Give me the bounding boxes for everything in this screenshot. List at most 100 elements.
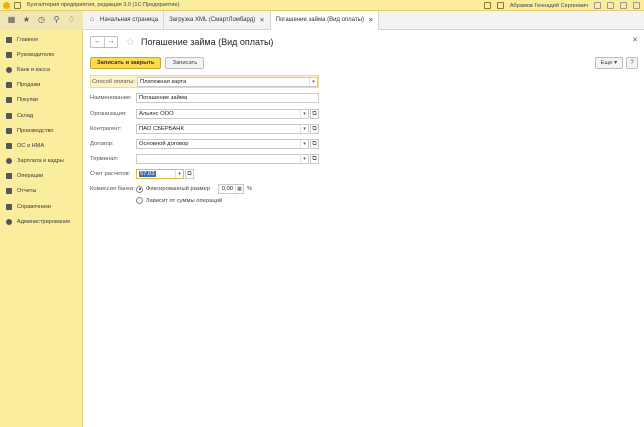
terminal-label: Терминал: xyxy=(90,156,119,162)
sidebar-item-label: Справочники xyxy=(17,203,51,210)
sidebar-item-manager[interactable]: Руководителю xyxy=(0,47,82,62)
history-icon[interactable] xyxy=(496,2,504,9)
calculator-icon[interactable]: ▦ xyxy=(234,185,243,193)
commission-amount-value: 0,00 xyxy=(221,186,233,192)
operations-icon xyxy=(6,173,12,180)
tab-bar: ▦ ★ ◷ ⚲ ♢ ⌂ Начальная страница Загрузка … xyxy=(0,10,644,30)
fixed-size-radio[interactable] xyxy=(136,185,143,193)
sidebar-item-main[interactable]: Главное xyxy=(0,32,82,47)
sidebar-item-label: Покупки xyxy=(17,97,39,104)
open-link-icon[interactable]: ⧉ xyxy=(310,154,319,164)
cart-icon xyxy=(6,97,12,104)
dropdown-icon[interactable]: ▾ xyxy=(300,155,308,163)
form-more-tools: Еще ▾ ? xyxy=(594,57,638,69)
dropdown-icon[interactable]: ▾ xyxy=(175,170,183,178)
dropdown-icon[interactable]: ▾ xyxy=(300,125,308,133)
window-title: Бухгалтерия предприятия, редакция 3.0 (1… xyxy=(27,2,180,8)
gear-icon xyxy=(6,218,12,225)
back-icon[interactable] xyxy=(14,1,21,9)
form-header: ← → ☆ Погашение займа (Вид оплаты) xyxy=(90,36,273,48)
tab-xml-import[interactable]: Загрузка XML (СмартЛомбард) ✕ xyxy=(164,10,271,30)
sidebar-item-operations[interactable]: Операции xyxy=(0,169,82,184)
open-link-icon[interactable]: ⧉ xyxy=(310,139,319,149)
tab-home[interactable]: ⌂ Начальная страница xyxy=(83,10,165,30)
sidebar-item-label: Операции xyxy=(17,173,44,180)
organization-field[interactable]: Альянс ООО ▾ xyxy=(136,109,309,119)
sidebar-item-production[interactable]: Производство xyxy=(0,123,82,138)
name-input[interactable]: Погашение займа xyxy=(136,93,319,103)
dropdown-icon[interactable]: ▾ xyxy=(309,77,317,86)
account-field[interactable]: 57.03 ▾ xyxy=(136,169,184,179)
name-label: Наименование: xyxy=(90,95,132,101)
dropdown-icon[interactable]: ▾ xyxy=(300,140,308,148)
counterparty-row: Контрагент: ПАО СБЕРБАНК ▾ ⧉ xyxy=(90,124,319,134)
close-tab-icon[interactable]: ✕ xyxy=(368,16,373,24)
payment-method-row: Способ оплаты: Платежная карта ▾ xyxy=(90,75,319,88)
dropdown-icon[interactable]: ▾ xyxy=(300,110,308,118)
sidebar-item-label: Отчеты xyxy=(17,188,37,195)
minimize-icon[interactable] xyxy=(607,2,614,9)
forward-arrow-icon[interactable]: → xyxy=(104,37,117,47)
sidebar-item-label: Главное xyxy=(17,36,39,43)
terminal-field[interactable]: ▾ xyxy=(136,154,309,164)
name-value: Погашение займа xyxy=(139,95,188,101)
notifications-icon[interactable] xyxy=(483,2,491,9)
bell-icon[interactable]: ♢ xyxy=(68,16,76,24)
contract-field[interactable]: Основной договор ▾ xyxy=(136,139,309,149)
name-row: Наименование: Погашение займа xyxy=(90,93,319,103)
close-tab-icon[interactable]: ✕ xyxy=(259,16,264,24)
chart-icon xyxy=(6,51,12,58)
favorite-star-icon[interactable]: ☆ xyxy=(126,37,135,48)
commission-amount-input[interactable]: 0,00 ▦ xyxy=(217,184,244,194)
sidebar-item-salary[interactable]: Зарплата и кадры xyxy=(0,154,82,169)
sidebar-item-bank[interactable]: Банк и касса xyxy=(0,62,82,77)
sidebar-item-label: Продажи xyxy=(17,82,41,89)
terminal-row: Терминал: ▾ ⧉ xyxy=(90,154,319,164)
save-and-close-button[interactable]: Записать и закрыть xyxy=(90,57,162,69)
maximize-icon[interactable] xyxy=(620,2,627,9)
depends-on-amount-label: Зависит от суммы операций xyxy=(146,197,223,204)
bank-icon xyxy=(6,66,12,73)
user-name: Абрамов Геннадий Сергеевич xyxy=(509,2,588,9)
counterparty-label: Контрагент: xyxy=(90,126,122,132)
sidebar-item-label: Администрирование xyxy=(17,218,71,225)
sidebar-item-reports[interactable]: Отчеты xyxy=(0,184,82,199)
sidebar-item-purchases[interactable]: Покупки xyxy=(0,93,82,108)
warehouse-icon xyxy=(6,112,12,119)
open-link-icon[interactable]: ⧉ xyxy=(185,169,194,179)
contract-value: Основной договор xyxy=(139,141,189,147)
people-icon xyxy=(6,158,12,165)
account-value: 57.03 xyxy=(139,171,156,177)
open-link-icon[interactable]: ⧉ xyxy=(310,124,319,134)
save-button[interactable]: Записать xyxy=(165,57,205,69)
favorites-icon[interactable]: ★ xyxy=(23,16,31,24)
menu-icon xyxy=(6,36,12,43)
payment-method-field[interactable]: Платежная карта ▾ xyxy=(137,76,318,87)
sales-icon xyxy=(6,82,12,89)
close-form-icon[interactable]: ✕ xyxy=(632,36,638,44)
back-arrow-icon[interactable]: ← xyxy=(91,37,104,47)
sidebar-item-directories[interactable]: Справочники xyxy=(0,199,82,214)
open-link-icon[interactable]: ⧉ xyxy=(310,109,319,119)
reports-icon xyxy=(6,188,12,195)
factory-icon xyxy=(6,127,12,134)
sidebar-item-admin[interactable]: Администрирование xyxy=(0,214,82,229)
sidebar-item-warehouse[interactable]: Склад xyxy=(0,108,82,123)
counterparty-field[interactable]: ПАО СБЕРБАНК ▾ xyxy=(136,124,309,134)
help-button[interactable]: ? xyxy=(626,57,638,69)
payment-method-value: Платежная карта xyxy=(140,78,187,85)
sidebar-item-sales[interactable]: Продажи xyxy=(0,78,82,93)
close-window-icon[interactable] xyxy=(633,2,640,9)
sidebar-item-assets[interactable]: ОС и НМА xyxy=(0,138,82,153)
depends-on-amount-radio[interactable] xyxy=(136,197,143,204)
contract-label: Договор: xyxy=(90,141,114,147)
history-icon[interactable]: ◷ xyxy=(38,16,46,24)
organization-value: Альянс ООО xyxy=(139,111,174,117)
menu-icon[interactable] xyxy=(594,2,601,9)
tab-xml-import-label: Загрузка XML (СмартЛомбард) xyxy=(169,17,256,23)
more-button[interactable]: Еще ▾ xyxy=(594,57,623,69)
tab-loan-repayment[interactable]: Погашение займа (Вид оплаты) ✕ xyxy=(270,10,380,30)
search-icon[interactable]: ⚲ xyxy=(53,16,61,24)
sidebar-item-label: Склад xyxy=(17,112,34,119)
sections-icon[interactable]: ▦ xyxy=(8,16,16,24)
